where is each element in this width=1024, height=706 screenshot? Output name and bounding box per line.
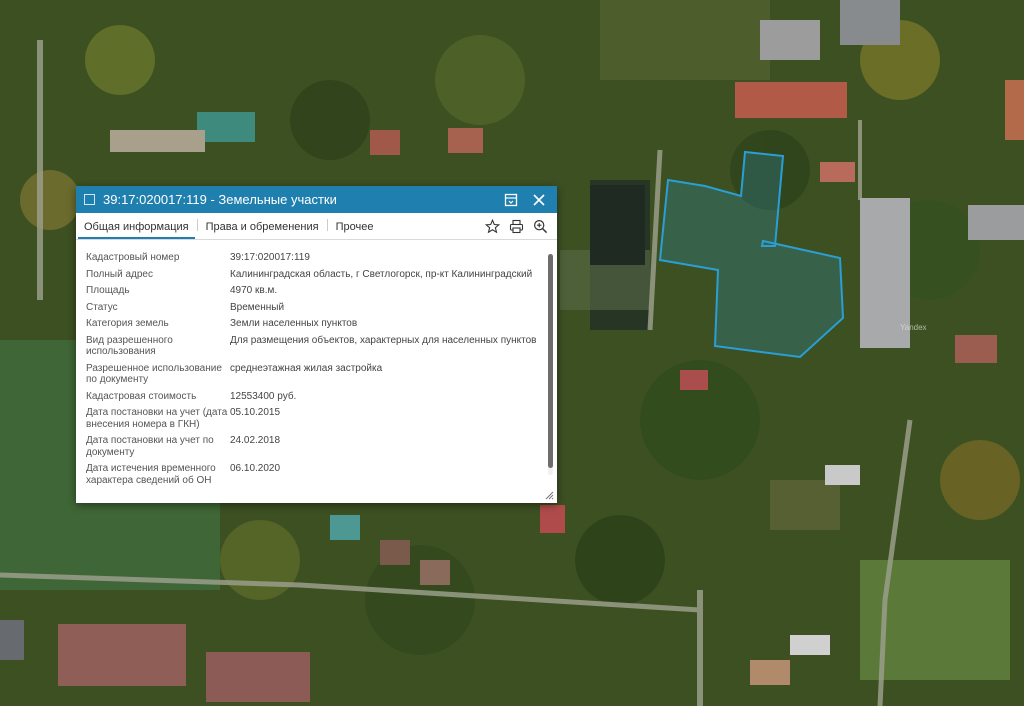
info-row-document-use: Разрешенное использование по документу с… — [86, 363, 543, 386]
info-row-area: Площадь 4970 кв.м. — [86, 285, 543, 297]
popup-body: Кадастровый номер 39:17:020017:119 Полны… — [76, 246, 557, 503]
popup-title: 39:17:020017:119 - Земельные участки — [103, 192, 337, 207]
row-value: Калининградская область, г Светлогорск, … — [230, 268, 533, 280]
row-label: Дата постановки на учет (дата внесения н… — [86, 407, 228, 430]
info-row-permitted-use: Вид разрешенного использования Для разме… — [86, 335, 543, 358]
row-label: Площадь — [86, 285, 130, 296]
row-label: Статус — [86, 301, 118, 313]
close-icon[interactable] — [529, 190, 549, 210]
row-label: Дата постановки на учет по документу — [86, 435, 214, 458]
row-label: Полный адрес — [86, 268, 153, 280]
tab-divider — [326, 219, 328, 231]
info-row-document-date: Дата постановки на учет по документу 24.… — [86, 435, 543, 458]
info-popup: 39:17:020017:119 - Земельные участки Общ… — [76, 186, 557, 503]
row-value: 06.10.2020 — [230, 463, 281, 474]
row-value: 12553400 руб. — [230, 390, 297, 402]
row-label: Кадастровый номер — [86, 252, 180, 263]
tab-general-info[interactable]: Общая информация — [78, 221, 195, 239]
info-row-cadastral-value: Кадастровая стоимость 12553400 руб. — [86, 391, 543, 403]
row-value: Временный — [230, 301, 285, 313]
row-value: 05.10.2015 — [230, 407, 281, 418]
tab-rights[interactable]: Права и обременения — [200, 221, 325, 239]
star-icon[interactable] — [484, 218, 501, 235]
row-value: 24.02.2018 — [230, 435, 281, 446]
tab-divider — [196, 219, 198, 231]
tab-bar: Общая информация Права и обременения Про… — [76, 213, 557, 240]
zoom-in-icon[interactable] — [533, 219, 549, 235]
row-value: 39:17:020017:119 — [230, 252, 310, 263]
info-row-cadastral-number: Кадастровый номер 39:17:020017:119 — [86, 252, 543, 264]
tab-other[interactable]: Прочее — [330, 221, 380, 239]
row-label: Дата истечения временного характера свед… — [86, 463, 216, 486]
popup-header: 39:17:020017:119 - Земельные участки — [76, 186, 557, 213]
info-row-expiry-date: Дата истечения временного характера свед… — [86, 463, 543, 486]
scrollbar[interactable] — [548, 254, 553, 475]
row-value: Для размещения объектов, характерных для… — [230, 334, 537, 346]
print-map-icon[interactable] — [501, 190, 521, 210]
info-row-registration-date: Дата постановки на учет (дата внесения н… — [86, 407, 543, 430]
row-value: Земли населенных пунктов — [230, 318, 358, 329]
resize-handle-icon[interactable] — [545, 491, 554, 500]
row-value: среднеэтажная жилая застройка — [230, 362, 383, 374]
row-label: Кадастровая стоимость — [86, 390, 197, 402]
info-row-land-category: Категория земель Земли населенных пункто… — [86, 318, 543, 330]
printer-icon[interactable] — [509, 219, 525, 235]
row-label: Разрешенное использование по документу — [86, 362, 222, 386]
info-table: Кадастровый номер 39:17:020017:119 Полны… — [86, 252, 543, 491]
scrollbar-thumb[interactable] — [548, 254, 553, 468]
square-icon — [84, 194, 95, 205]
row-label: Вид разрешенного использования — [86, 334, 173, 358]
map-watermark: Yandex — [900, 323, 927, 332]
info-row-status: Статус Временный — [86, 302, 543, 314]
row-label: Категория земель — [86, 318, 169, 329]
info-row-address: Полный адрес Калининградская область, г … — [86, 269, 543, 281]
row-value: 4970 кв.м. — [230, 285, 278, 296]
